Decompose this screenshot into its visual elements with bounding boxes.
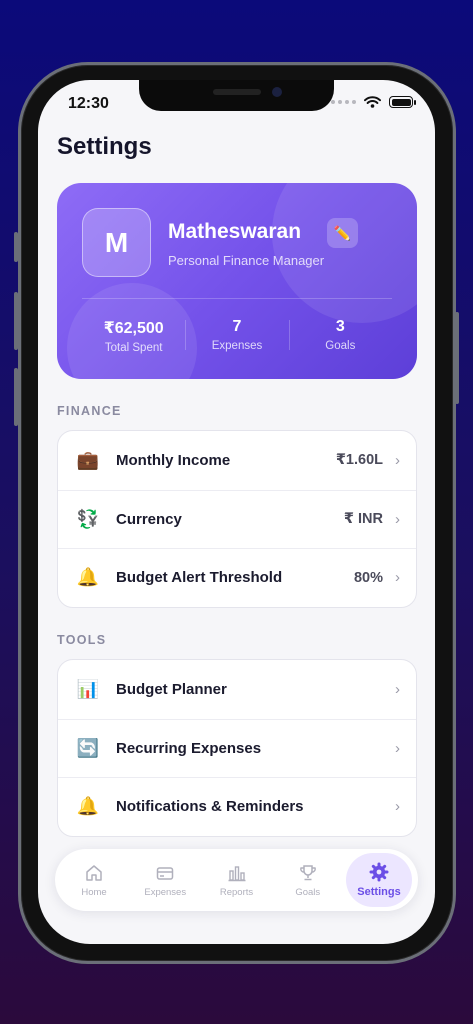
tab-label: Reports <box>219 886 254 898</box>
chevron-right-icon: › <box>395 739 400 757</box>
profile-divider <box>82 298 392 299</box>
tab-settings[interactable]: Settings <box>346 853 412 907</box>
profile-card[interactable]: M Matheswaran ✏️ Personal Finance Manage… <box>57 183 417 379</box>
gear-icon <box>369 862 389 882</box>
home-icon <box>86 864 102 881</box>
row-label: Budget Alert Threshold <box>116 569 283 587</box>
stat-label: Expenses <box>211 340 263 352</box>
speaker <box>213 89 261 95</box>
row-value: ₹ INR <box>343 511 383 528</box>
settings-row-recurring-expenses[interactable]: 🔄 Recurring Expenses › <box>58 718 416 778</box>
notch <box>139 80 334 111</box>
settings-row-monthly-income[interactable]: 💼 Monthly Income ₹1.60L › <box>58 431 416 490</box>
tab-home[interactable]: Home <box>61 853 127 907</box>
avatar[interactable]: M <box>82 208 151 277</box>
page-title: Settings <box>57 133 152 160</box>
section-label-finance: FINANCE <box>57 404 122 418</box>
tab-goals[interactable]: Goals <box>275 853 341 907</box>
briefcase-icon: 💼 <box>76 449 100 470</box>
stat-goals: 3 Goals <box>288 318 392 354</box>
power-button <box>455 312 459 404</box>
volume-down-button <box>14 368 18 426</box>
row-label: Monthly Income <box>116 451 231 469</box>
row-label: Notifications & Reminders <box>116 798 304 816</box>
battery-icon <box>389 96 416 108</box>
wifi-icon <box>364 96 381 108</box>
currency-exchange-icon: 💱 <box>76 508 100 529</box>
chevron-right-icon: › <box>395 510 400 528</box>
status-time: 12:30 <box>68 95 109 112</box>
stat-value: 3 <box>335 318 345 335</box>
row-value: ₹1.60L <box>335 452 383 469</box>
tools-card: 📊 Budget Planner › 🔄 Recurring Expenses … <box>57 659 417 837</box>
stat-label: Total Spent <box>104 342 163 354</box>
chevron-right-icon: › <box>395 569 400 587</box>
status-indicators <box>331 96 416 108</box>
bar-chart-icon <box>228 865 245 881</box>
chevron-right-icon: › <box>395 451 400 469</box>
settings-row-notifications-reminders[interactable]: 🔔 Notifications & Reminders › <box>58 777 416 836</box>
signal-dots-icon <box>331 100 356 104</box>
settings-row-budget-alert-threshold[interactable]: 🔔 Budget Alert Threshold 80% › <box>58 548 416 607</box>
settings-row-budget-planner[interactable]: 📊 Budget Planner › <box>58 660 416 719</box>
row-label: Currency <box>116 510 182 528</box>
stat-value: 7 <box>232 318 242 335</box>
screen: 12:30 Settings M Matheswaran ✏️ Personal… <box>38 80 435 944</box>
row-value: 80% <box>353 569 383 586</box>
bell-icon: 🔔 <box>76 567 100 588</box>
chevron-right-icon: › <box>395 798 400 816</box>
trophy-icon <box>299 864 316 880</box>
stat-expenses: 7 Expenses <box>185 318 288 354</box>
silent-switch <box>14 232 18 262</box>
chevron-right-icon: › <box>395 680 400 698</box>
stat-total-spent: ₹62,500 Total Spent <box>82 318 185 354</box>
edit-profile-button[interactable]: ✏️ <box>327 218 358 248</box>
finance-card: 💼 Monthly Income ₹1.60L › 💱 Currency ₹ I… <box>57 430 417 608</box>
tab-label: Home <box>81 886 107 898</box>
pencil-icon: ✏️ <box>333 224 352 241</box>
settings-row-currency[interactable]: 💱 Currency ₹ INR › <box>58 489 416 549</box>
row-label: Recurring Expenses <box>116 739 262 757</box>
credit-card-icon <box>157 866 174 880</box>
row-label: Budget Planner <box>116 680 227 698</box>
tab-label: Goals <box>295 886 321 898</box>
tab-label: Settings <box>357 886 401 898</box>
stat-label: Goals <box>325 340 356 352</box>
tab-expenses[interactable]: Expenses <box>132 853 198 907</box>
section-label-tools: TOOLS <box>57 633 107 647</box>
repeat-icon: 🔄 <box>76 737 100 758</box>
tab-label: Expenses <box>144 886 187 898</box>
tab-reports[interactable]: Reports <box>204 853 270 907</box>
profile-stats: ₹62,500 Total Spent 7 Expenses 3 Goals <box>82 318 392 354</box>
profile-role: Personal Finance Manager <box>168 253 325 268</box>
volume-up-button <box>14 292 18 350</box>
bell-icon: 🔔 <box>76 796 100 817</box>
bar-chart-icon: 📊 <box>76 678 100 699</box>
profile-name: Matheswaran <box>168 220 302 243</box>
camera <box>272 87 282 97</box>
stat-value: ₹62,500 <box>103 320 164 337</box>
bottom-tab-bar: Home Expenses Reports Goals Settings <box>55 849 418 911</box>
